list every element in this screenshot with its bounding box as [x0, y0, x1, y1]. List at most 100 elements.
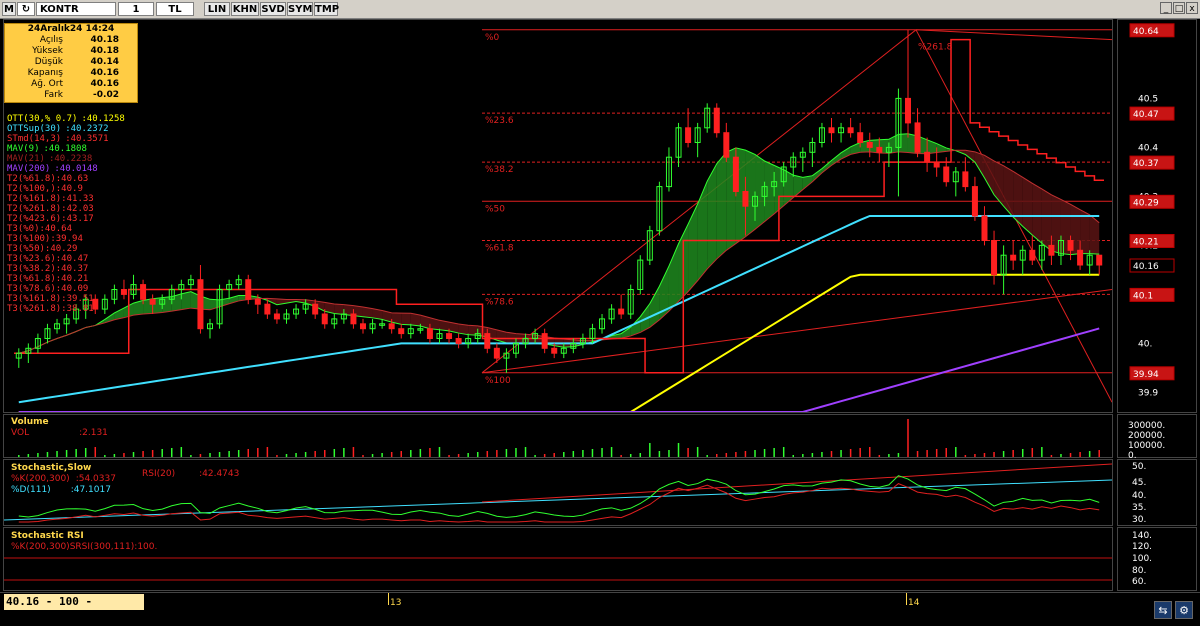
maximize-button[interactable]: □ [1173, 2, 1185, 14]
fib-label: %23.6 [485, 116, 514, 126]
info-row: Fark -0.02 [44, 90, 119, 100]
candle-body [321, 313, 328, 325]
candle-body [828, 127, 835, 134]
candle-body [943, 166, 950, 183]
tmp-button[interactable]: TMP [314, 2, 339, 16]
sym-button[interactable]: SYM [287, 2, 313, 16]
candle-body [732, 156, 739, 192]
candle-body [933, 161, 940, 168]
stoch-rsi-panel[interactable]: Stochastic RSI %K(200,300)SRSI(300,111):… [3, 527, 1113, 591]
mav21-line [18, 149, 1100, 354]
candle-body [685, 127, 692, 144]
refresh-icon[interactable]: ↻ [17, 2, 35, 16]
legend-item: T3(%161.8):39.51 [7, 294, 125, 304]
volume-axis: 300000. 200000. 100000. 0. [1117, 414, 1197, 461]
legend-item: T3(%100):39.94 [7, 234, 125, 244]
indicator-legend: OTT(30,% 0.7):40.1258 OTTSup(30):40.2372 S… [7, 114, 125, 314]
volume-tick: 100000. [1128, 441, 1166, 451]
ma-ribbon [1032, 183, 1042, 244]
footer-bar: 40.16 - 100 - 14:24:48 13 14 ⇆ ⚙ [0, 592, 1200, 624]
legend-label: T3(%78.6):40.09 [7, 284, 89, 294]
info-title: 24Aralık24 14:24 [27, 24, 115, 34]
legend-item: T3(%23.6):40.47 [7, 254, 125, 264]
ma-ribbon [697, 181, 708, 281]
legend-label: T3(%38.2):40.37 [7, 264, 89, 274]
ma-ribbon [688, 204, 698, 292]
volume-panel[interactable]: Volume VOL:2.131 [3, 414, 1113, 458]
date-tick-13: 13 [390, 598, 402, 608]
candle-body [398, 328, 405, 335]
ma-ribbon [1041, 188, 1052, 251]
legend-item: MAV(21):40.2238 [7, 154, 125, 164]
legend-item: T2(%61.8):40.63 [7, 174, 125, 184]
symbol-input[interactable]: KONTR [36, 2, 116, 16]
date-tick-14: 14 [908, 598, 920, 608]
legend-item: OTT(30,% 0.7):40.1258 [7, 114, 125, 124]
fib-label: %38.2 [485, 165, 514, 175]
legend-item: T3(%38.2):40.37 [7, 264, 125, 274]
legend-value: :40.3571 [65, 134, 109, 144]
legend-label: OTTSup(30) [7, 124, 62, 134]
ma-ribbon [716, 152, 727, 259]
stoch-tick: 35. [1132, 503, 1147, 513]
stoch-tick: 30. [1132, 515, 1147, 525]
toolbar: M ↻ KONTR 1 TL LIN KHN SVD SYM TMP _ □ x [0, 0, 1200, 19]
settings-icon[interactable]: ⚙ [1175, 601, 1193, 619]
info-row: Ağ. Ort 40.16 [31, 79, 119, 89]
period-select[interactable]: 1 [118, 2, 154, 16]
ma-ribbon [994, 160, 1004, 207]
price-tick: 40. [1138, 339, 1152, 349]
lin-button[interactable]: LIN [204, 2, 230, 16]
date-divider [388, 593, 389, 605]
stoch-rsi-chart [4, 557, 1112, 581]
menu-button[interactable]: M [2, 2, 16, 16]
candle-body [197, 279, 204, 330]
stmd-line [14, 38, 1104, 374]
price-axis[interactable]: 40.540.440.340.240.140.39.940.6440.4740.… [1117, 19, 1197, 413]
candle-body [1029, 249, 1036, 261]
legend-label: STmd(14,3) [7, 134, 62, 144]
legend-item: T3(%61.8):40.21 [7, 274, 125, 284]
stoch-tick: 45. [1132, 478, 1147, 488]
legend-label: MAV(9) [7, 144, 40, 154]
stochastic-title: Stochastic,Slow [11, 463, 92, 473]
legend-label: T3(%23.6):40.47 [7, 254, 89, 264]
legend-item: T3(%261.8):38.81 [7, 304, 125, 314]
legend-item: T3(%0):40.64 [7, 224, 125, 234]
price-tick: 39.9 [1138, 388, 1158, 398]
price-panel[interactable]: %0 %23.6 %38.2 %50 %61.8 %78.6 %100 %261.8 [3, 19, 1113, 413]
price-box-label: 40.37 [1133, 159, 1159, 169]
candle-body [1077, 249, 1084, 266]
candle-body [971, 186, 978, 217]
stoch-d-legend: %D(111):47.1017 [11, 485, 111, 495]
legend-label: T3(%261.8):38.81 [7, 304, 94, 314]
stoch-tick: 50. [1132, 462, 1147, 472]
volume-tick: 300000. [1128, 421, 1166, 431]
legend-label: T3(%61.8):40.21 [7, 274, 89, 284]
price-box-label: 39.94 [1133, 370, 1159, 380]
sync-icon[interactable]: ⇆ [1154, 601, 1172, 619]
candle-body [962, 171, 969, 188]
srsi-tick: 120. [1132, 542, 1153, 552]
minimize-button[interactable]: _ [1160, 2, 1172, 14]
legend-item: T3(%50):40.29 [7, 244, 125, 254]
fib-label: %50 [485, 204, 505, 214]
ma-ribbon [984, 155, 995, 195]
currency-select[interactable]: TL [156, 2, 194, 16]
svd-button[interactable]: SVD [260, 2, 286, 16]
stochastic-panel[interactable]: Stochastic,Slow %K(200,300):54.0337 RSI(… [3, 459, 1113, 526]
price-box-label: 40.16 [1133, 262, 1159, 272]
ma-ribbon [755, 154, 765, 230]
legend-label: T3(%100):39.94 [7, 234, 83, 244]
info-row: Açılış 40.18 [39, 35, 119, 45]
trend-line [915, 29, 1112, 41]
khn-button[interactable]: KHN [231, 2, 259, 16]
candle-body [857, 132, 864, 143]
legend-item: T2(%161.8):41.33 [7, 194, 125, 204]
close-button[interactable]: x [1186, 2, 1198, 14]
legend-item: T2(%261.8):42.03 [7, 204, 125, 214]
price-tick: 40.5 [1138, 94, 1158, 104]
legend-label: T2(%423.6):43.17 [7, 214, 94, 224]
candle-body [312, 303, 319, 315]
price-box-label: 40.29 [1133, 198, 1159, 208]
